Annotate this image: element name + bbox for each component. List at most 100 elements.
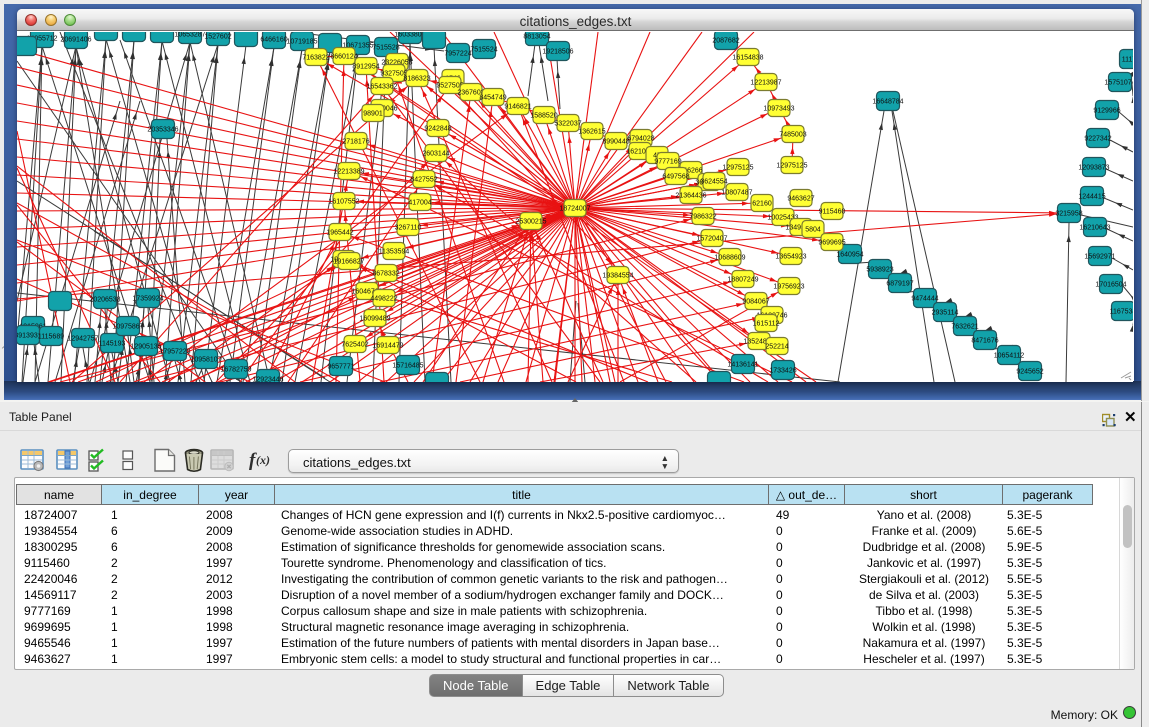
svg-text:3624554: 3624554 [700, 179, 727, 186]
svg-text:3267110: 3267110 [395, 225, 422, 232]
svg-text:9657771: 9657771 [327, 364, 354, 371]
svg-text:16543362: 16543362 [366, 84, 397, 91]
svg-text:12213987: 12213987 [750, 80, 781, 87]
svg-text:8990448: 8990448 [602, 139, 629, 146]
svg-text:9129966: 9129966 [1093, 108, 1120, 115]
svg-text:2603144: 2603144 [422, 151, 449, 158]
svg-text:9242848: 9242848 [424, 126, 451, 133]
svg-text:9245652: 9245652 [1016, 369, 1043, 376]
svg-text:14136141: 14136141 [727, 362, 758, 369]
svg-text:9115460: 9115460 [819, 209, 846, 216]
svg-text:20353346: 20353346 [147, 127, 178, 134]
svg-text:8186323: 8186323 [403, 76, 430, 83]
svg-text:7515524: 7515524 [470, 47, 497, 54]
svg-text:9474444: 9474444 [911, 296, 938, 303]
svg-text:2087682: 2087682 [712, 38, 739, 45]
svg-text:7485003: 7485003 [779, 132, 806, 139]
svg-text:10653287: 10653287 [174, 32, 205, 39]
svg-text:12923448: 12923448 [252, 377, 283, 383]
svg-text:8471676: 8471676 [971, 338, 998, 345]
svg-text:98901: 98901 [363, 111, 383, 118]
svg-text:15720407: 15720407 [696, 236, 727, 243]
svg-text:7957224: 7957224 [444, 51, 471, 58]
svg-text:7632621: 7632621 [951, 324, 978, 331]
svg-text:18724007: 18724007 [559, 206, 590, 213]
svg-text:1362615: 1362615 [578, 129, 605, 136]
svg-text:16648784: 16648784 [872, 99, 903, 106]
svg-text:7163822: 7163822 [302, 55, 329, 62]
svg-text:9463627: 9463627 [787, 196, 814, 203]
svg-text:12093873: 12093873 [1078, 165, 1109, 172]
svg-text:10975867: 10975867 [112, 324, 143, 331]
svg-text:7625402: 7625402 [341, 342, 368, 349]
svg-text:16099489: 16099489 [359, 316, 390, 323]
svg-text:8912954: 8912954 [352, 64, 379, 71]
svg-text:4498222: 4498222 [370, 296, 397, 303]
svg-text:19166827: 19166827 [333, 259, 364, 266]
svg-text:8454749: 8454749 [479, 95, 506, 102]
svg-text:19384554: 19384554 [602, 273, 633, 280]
svg-text:1965442: 1965442 [326, 230, 353, 237]
svg-text:252214: 252214 [765, 344, 788, 351]
svg-text:5938923: 5938923 [866, 267, 893, 274]
svg-text:5804: 5804 [805, 227, 821, 234]
svg-text:20691406: 20691406 [60, 37, 91, 44]
svg-text:62160: 62160 [752, 201, 772, 208]
svg-text:1167534: 1167534 [1110, 309, 1133, 316]
svg-text:20206538: 20206538 [89, 297, 120, 304]
svg-text:3215958: 3215958 [1055, 211, 1082, 218]
svg-text:6794028: 6794028 [627, 136, 654, 143]
svg-text:25300215: 25300215 [515, 219, 546, 226]
svg-text:6879197: 6879197 [886, 281, 913, 288]
svg-text:6466160: 6466160 [260, 37, 287, 44]
svg-text:9084067: 9084067 [742, 299, 769, 306]
svg-text:16210643: 16210643 [1079, 225, 1110, 232]
svg-text:8813054: 8813054 [523, 34, 550, 41]
svg-text:(x): (x) [256, 453, 270, 467]
svg-text:2718176: 2718176 [342, 139, 369, 146]
svg-text:7986322: 7986322 [689, 214, 716, 221]
svg-text:13654923: 13654923 [775, 254, 806, 261]
svg-text:12975125: 12975125 [722, 165, 753, 172]
svg-text:15751074: 15751074 [1104, 80, 1133, 87]
svg-text:19756923: 19756923 [773, 284, 804, 291]
svg-text:10688609: 10688609 [714, 255, 745, 262]
svg-text:15716485: 15716485 [392, 363, 423, 370]
svg-text:8660124: 8660124 [330, 54, 357, 61]
svg-text:9777169: 9777169 [654, 159, 681, 166]
svg-text:9699695: 9699695 [818, 240, 845, 247]
svg-text:16033809: 16033809 [394, 32, 425, 39]
svg-text:16154838: 16154838 [732, 55, 763, 62]
svg-text:9146821: 9146821 [504, 104, 531, 111]
svg-text:10719185: 10719185 [286, 39, 317, 46]
svg-text:10807487: 10807487 [721, 190, 752, 197]
svg-text:10654112: 10654112 [994, 353, 1025, 360]
svg-text:417004: 417004 [408, 200, 431, 207]
svg-text:8678332: 8678332 [372, 271, 399, 278]
svg-text:16107552: 16107552 [328, 199, 359, 206]
svg-text:16782759: 16782759 [220, 367, 251, 374]
svg-text:9227342: 9227342 [1084, 136, 1111, 143]
svg-text:1588520: 1588520 [530, 113, 557, 120]
svg-text:21364436: 21364436 [675, 193, 706, 200]
svg-text:10958107: 10958107 [190, 357, 221, 364]
svg-text:17016504: 17016504 [1095, 282, 1126, 289]
svg-text:11353594: 11353594 [379, 249, 410, 256]
svg-text:8427552: 8427552 [410, 177, 437, 184]
svg-text:12213389: 12213389 [333, 169, 364, 176]
svg-text:11175: 11175 [1122, 57, 1133, 64]
svg-text:17359924: 17359924 [132, 296, 163, 303]
svg-text:15692971: 15692971 [1084, 254, 1115, 261]
svg-text:2935114: 2935114 [932, 310, 959, 317]
svg-text:1527602: 1527602 [204, 34, 231, 41]
svg-text:12905135: 12905135 [130, 344, 161, 351]
svg-text:17957223: 17957223 [159, 349, 190, 356]
svg-text:1640954: 1640954 [836, 252, 863, 259]
svg-text:1115689: 1115689 [38, 334, 64, 341]
svg-text:1244415: 1244415 [1078, 194, 1105, 201]
svg-text:1615112: 1615112 [753, 321, 780, 328]
svg-text:5322037: 5322037 [554, 121, 581, 128]
svg-text:19218506: 19218506 [542, 49, 573, 56]
svg-text:1145193: 1145193 [99, 341, 126, 348]
svg-text:18807249: 18807249 [727, 277, 758, 284]
